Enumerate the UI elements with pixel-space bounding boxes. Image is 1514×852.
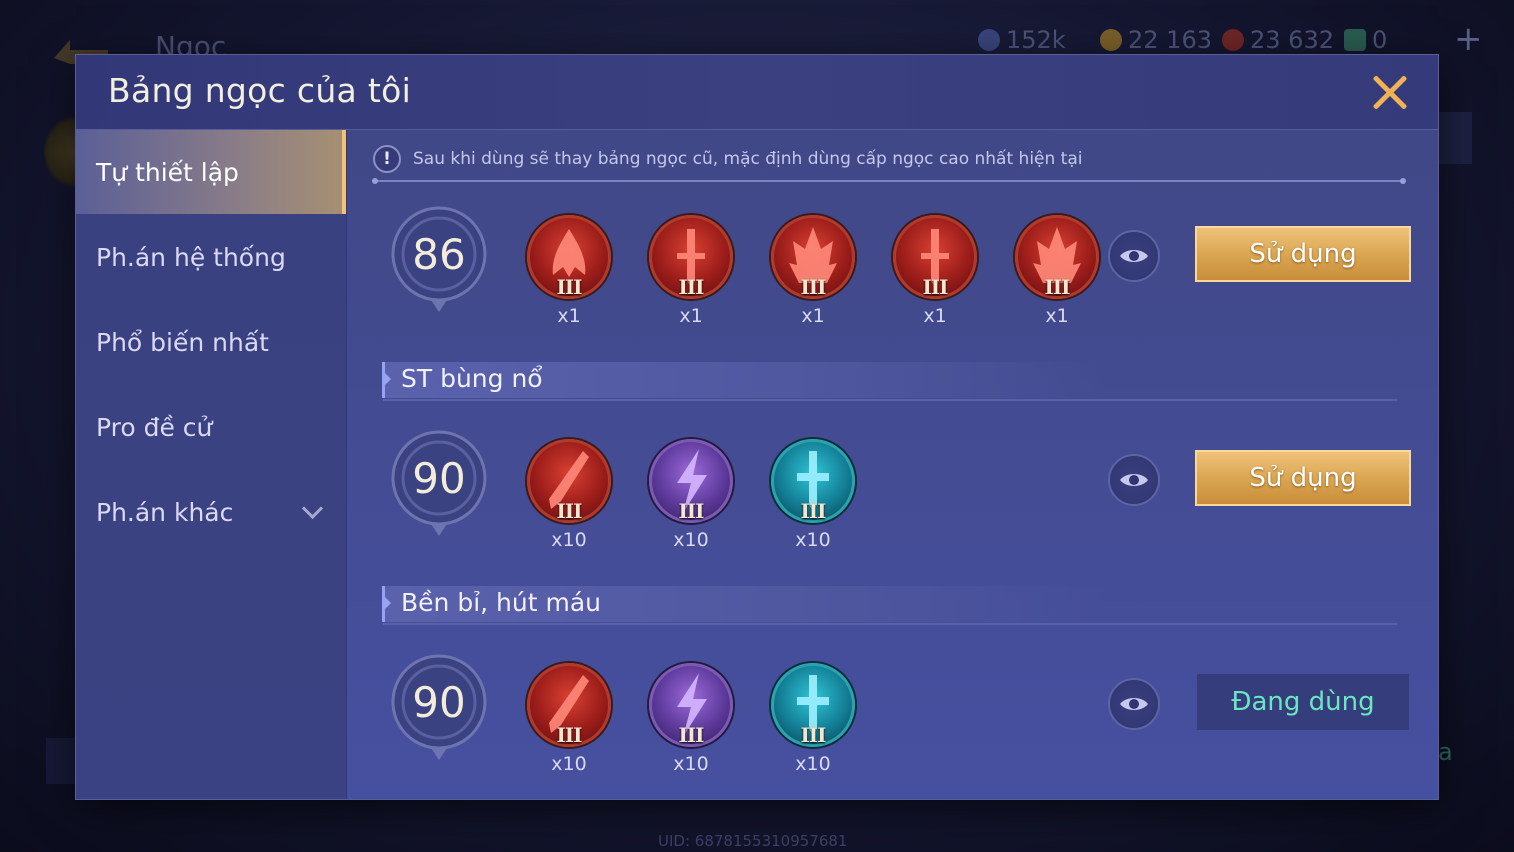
resource-value: 152k (1006, 26, 1066, 54)
rune-tier: III (678, 275, 704, 299)
rune-page-header: ST bùng nổ (382, 362, 1105, 398)
preview-button[interactable] (1108, 230, 1160, 282)
rune-gem[interactable]: III x10 (649, 439, 733, 551)
rune-count: x10 (673, 753, 709, 775)
rune-count: x1 (923, 305, 947, 327)
modal-title: Bảng ngọc của tôi (108, 71, 412, 110)
rune-tier: III (800, 723, 826, 747)
rune-level-badge: 90 (387, 428, 491, 538)
background-side-tab (1438, 112, 1472, 164)
notice-text: Sau khi dùng sẽ thay bảng ngọc cũ, mặc đ… (413, 149, 1083, 169)
close-button[interactable] (1370, 73, 1410, 113)
sidebar-item-pro[interactable]: Pro đề cử (76, 385, 346, 469)
rune-tier: III (556, 275, 582, 299)
rune-gem[interactable]: III x10 (649, 663, 733, 775)
coin-gold-icon (1100, 29, 1122, 51)
rune-tier: III (922, 275, 948, 299)
add-resource-icon[interactable]: + (1454, 22, 1483, 56)
sidebar-item-custom[interactable]: Tự thiết lập (76, 130, 346, 214)
background-side-text: a (1438, 738, 1453, 766)
row-divider (383, 623, 1397, 625)
rune-gem[interactable]: III x1 (771, 215, 855, 327)
rune-count: x1 (1045, 305, 1069, 327)
rune-tier: III (800, 275, 826, 299)
use-button[interactable]: Sử dụng (1195, 450, 1411, 506)
preview-button[interactable] (1108, 454, 1160, 506)
rune-count: x10 (795, 529, 831, 551)
rune-count: x10 (795, 753, 831, 775)
resource-voucher-red: 23 632 (1222, 26, 1334, 54)
rune-gem[interactable]: III x10 (527, 663, 611, 775)
sidebar-item-label: Ph.án hệ thống (96, 242, 286, 272)
resource-value: 0 (1372, 26, 1388, 54)
rune-gem[interactable]: III x10 (771, 663, 855, 775)
eye-icon (1120, 698, 1148, 710)
rune-gem[interactable]: III x1 (893, 215, 977, 327)
coin-blue-icon (978, 29, 1000, 51)
ticket-green-icon (1344, 29, 1366, 51)
rune-page-list[interactable]: ! Sau khi dùng sẽ thay bảng ngọc cũ, mặc… (347, 130, 1438, 799)
sidebar-item-popular[interactable]: Phổ biến nhất (76, 300, 346, 384)
sidebar: Tự thiết lập Ph.án hệ thống Phổ biến nhấ… (76, 130, 346, 799)
rune-gem[interactable]: III x1 (1015, 215, 1099, 327)
info-icon: ! (373, 145, 401, 173)
rune-gem[interactable]: III x10 (527, 439, 611, 551)
rune-gem[interactable]: III x1 (649, 215, 733, 327)
resource-coin-blue: 152k (978, 26, 1066, 54)
chevron-down-icon (301, 497, 324, 520)
rune-gem[interactable]: III x10 (771, 439, 855, 551)
rune-count: x10 (673, 529, 709, 551)
rune-tier: III (800, 499, 826, 523)
notice: ! Sau khi dùng sẽ thay bảng ngọc cũ, mặc… (373, 140, 1378, 178)
voucher-red-icon (1222, 29, 1244, 51)
rune-level-value: 90 (412, 678, 466, 727)
rune-page-name: Bền bỉ, hút máu (401, 588, 601, 617)
sidebar-item-label: Ph.án khác (96, 497, 234, 527)
rune-page-modal: Bảng ngọc của tôi Tự thiết lập Ph.án hệ … (76, 55, 1438, 799)
rune-tier: III (678, 499, 704, 523)
modal-header: Bảng ngọc của tôi (76, 55, 1438, 130)
rune-tier: III (1044, 275, 1070, 299)
rune-level-badge: 86 (387, 204, 491, 314)
eye-icon (1120, 474, 1148, 486)
rune-count: x10 (551, 753, 587, 775)
rune-count: x1 (801, 305, 825, 327)
sidebar-item-other[interactable]: Ph.án khác (76, 470, 346, 554)
rune-page-name: ST bùng nổ (401, 364, 543, 393)
use-button[interactable]: Sử dụng (1195, 226, 1411, 282)
rune-tier: III (556, 723, 582, 747)
rune-level-value: 90 (412, 454, 466, 503)
sidebar-item-label: Pro đề cử (96, 412, 213, 442)
rune-tier: III (556, 499, 582, 523)
rune-level-badge: 90 (387, 652, 491, 762)
notice-divider (372, 178, 1406, 184)
preview-button[interactable] (1108, 678, 1160, 730)
rune-count: x10 (551, 529, 587, 551)
eye-icon (1120, 250, 1148, 262)
row-divider (383, 399, 1397, 401)
sidebar-item-label: Tự thiết lập (96, 157, 239, 187)
resource-value: 23 632 (1250, 26, 1334, 54)
resource-value: 22 163 (1128, 26, 1212, 54)
background-side-block (46, 738, 78, 784)
in-use-label: Đang dùng (1197, 674, 1409, 730)
resource-coin-gold: 22 163 (1100, 26, 1212, 54)
uid-label: UID: 6878155310957681 (658, 832, 848, 850)
rune-level-value: 86 (412, 230, 466, 279)
resource-ticket-green: 0 (1344, 26, 1387, 54)
rune-gem[interactable]: III x1 (527, 215, 611, 327)
sidebar-item-system[interactable]: Ph.án hệ thống (76, 215, 346, 299)
rune-count: x1 (557, 305, 581, 327)
rune-page-header: Bền bỉ, hút máu (382, 586, 1105, 622)
sidebar-item-label: Phổ biến nhất (96, 327, 269, 357)
rune-tier: III (678, 723, 704, 747)
rune-count: x1 (679, 305, 703, 327)
